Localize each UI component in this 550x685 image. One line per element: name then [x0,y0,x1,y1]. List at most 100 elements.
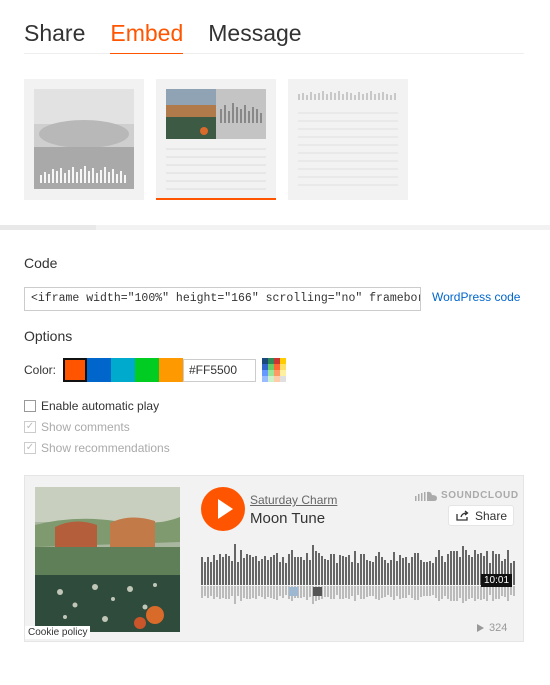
waveform-bar [309,560,311,585]
waveform-bar [414,553,416,585]
waveform-reflection-bar [414,586,416,600]
waveform-bar [204,562,206,585]
waveform-bar [231,561,233,585]
waveform-reflection-bar [213,586,215,599]
waveform-bar [477,554,479,585]
waveform-bar [303,560,305,585]
waveform-reflection-bar [375,586,377,599]
waveform-reflection-bar [348,586,350,599]
tab-share[interactable]: Share [24,14,85,54]
waveform-reflection-bar [462,586,464,603]
waveform-bar [249,555,251,585]
waveform-bar [372,562,374,585]
waveform-bar [324,559,326,585]
waveform-bar [291,550,293,585]
waveform-bar [216,560,218,585]
share-icon [456,510,469,521]
waveform-reflection-bar [456,586,458,601]
waveform-bar [312,545,314,585]
waveform-reflection-bar [231,586,233,596]
swatch-orange[interactable] [63,358,87,382]
waveform-bar [246,554,248,585]
waveform-bar [447,554,449,585]
waveform[interactable] [201,541,515,609]
waveform-bar [471,557,473,585]
waveform-bar [288,554,290,585]
duration-label: 10:01 [481,574,513,587]
show-recommendations-label: Show recommendations [41,441,170,455]
waveform-bar [252,557,254,585]
embed-code-field[interactable]: <iframe width="100%" height="166" scroll… [24,287,421,311]
waveform-reflection-bar [285,586,287,595]
waveform-reflection-bar [399,586,401,599]
tab-embed[interactable]: Embed [110,14,184,54]
waveform-reflection-bar [420,586,422,597]
waveform-bar [441,556,443,585]
show-recommendations-checkbox: ✓ [24,442,36,454]
soundcloud-logo[interactable]: SOUNDCLOUD [415,490,519,501]
play-count-value: 324 [489,622,508,634]
embed-preview-options [24,79,408,200]
waveform-bar [210,562,212,585]
waveform-bar [435,557,437,585]
track-title[interactable]: Moon Tune [250,510,325,527]
waveform-reflection-bar [228,586,230,599]
waveform-reflection-bar [471,586,473,598]
color-hex-input[interactable]: #FF5500 [183,359,256,382]
classic-player-preview[interactable] [156,79,276,200]
waveform-reflection-bar [384,586,386,597]
waveform-reflection-bar [204,586,206,596]
waveform-reflection-bar [303,586,305,597]
play-button[interactable] [201,487,245,531]
waveform-bar [444,562,446,585]
waveform-reflection-bar [309,586,311,597]
color-palette-icon[interactable] [262,358,286,382]
waveform-icon [298,91,396,100]
waveform-reflection-bar [513,586,515,596]
cookie-policy-link[interactable]: Cookie policy [25,626,91,639]
waveform-bar [330,554,332,585]
swatch-blue[interactable] [87,358,111,382]
waveform-reflection-bar [387,586,389,595]
waveform-reflection-bar [390,586,392,597]
swatch-green[interactable] [135,358,159,382]
wordpress-code-link[interactable]: WordPress code [432,290,520,304]
waveform-bar [465,550,467,585]
waveform-reflection-bar [273,586,275,599]
share-button[interactable]: Share [448,505,514,526]
waveform-bar [234,544,236,585]
waveform-reflection-bar [276,586,278,600]
waveform-reflection-bar [249,586,251,599]
waveform-reflection-bar [357,586,359,595]
waveform-bar [366,560,368,585]
autoplay-label: Enable automatic play [41,399,160,413]
waveform-bar [228,556,230,585]
waveform-bar [417,553,419,585]
waveform-bar [285,563,287,585]
waveform-reflection-bar [468,586,470,599]
visual-player-preview[interactable] [24,79,144,200]
waveform-reflection-bar [270,586,272,598]
waveform-bar [237,562,239,585]
autoplay-option[interactable]: Enable automatic play [24,399,159,413]
swatch-yellow[interactable] [159,358,183,382]
waveform-reflection-bar [366,586,368,597]
comment-avatar-icon[interactable] [313,587,322,596]
waveform-reflection-bar [201,586,203,598]
waveform-bar [402,558,404,585]
waveform-bar [267,560,269,585]
waveform-bar [240,550,242,585]
color-label: Color: [24,363,57,377]
autoplay-checkbox[interactable] [24,400,36,412]
swatch-teal[interactable] [111,358,135,382]
waveform-bar [390,560,392,585]
artist-link[interactable]: Saturday Charm [250,493,337,507]
mini-player-preview[interactable] [288,79,408,200]
comment-avatar-icon[interactable] [289,587,298,596]
tab-message[interactable]: Message [208,14,301,54]
waveform-reflection-bar [225,586,227,599]
waveform-bar [264,556,266,585]
waveform-reflection-bar [486,586,488,601]
waveform-bar [282,557,284,585]
waveform-bar [294,557,296,585]
